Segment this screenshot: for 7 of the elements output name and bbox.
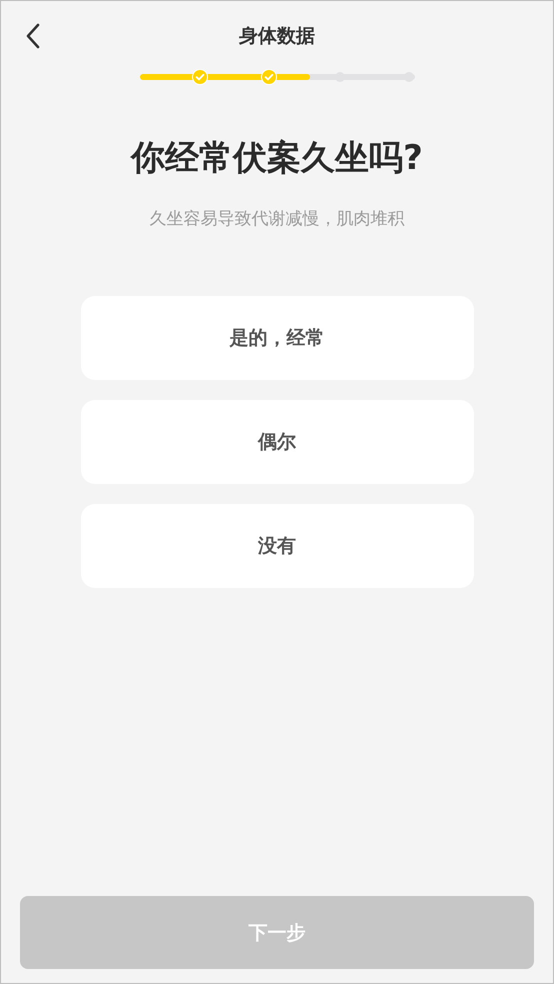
back-icon[interactable] — [26, 23, 40, 49]
option-button[interactable]: 偶尔 — [80, 400, 474, 484]
option-button[interactable]: 是的，经常 — [80, 296, 474, 380]
page-title: 身体数据 — [239, 24, 315, 49]
option-button[interactable]: 没有 — [80, 504, 474, 588]
question-subtitle: 久坐容易导致代谢减慢，肌肉堆积 — [150, 208, 404, 230]
question-title: 你经常伏案久坐吗? — [131, 137, 423, 180]
